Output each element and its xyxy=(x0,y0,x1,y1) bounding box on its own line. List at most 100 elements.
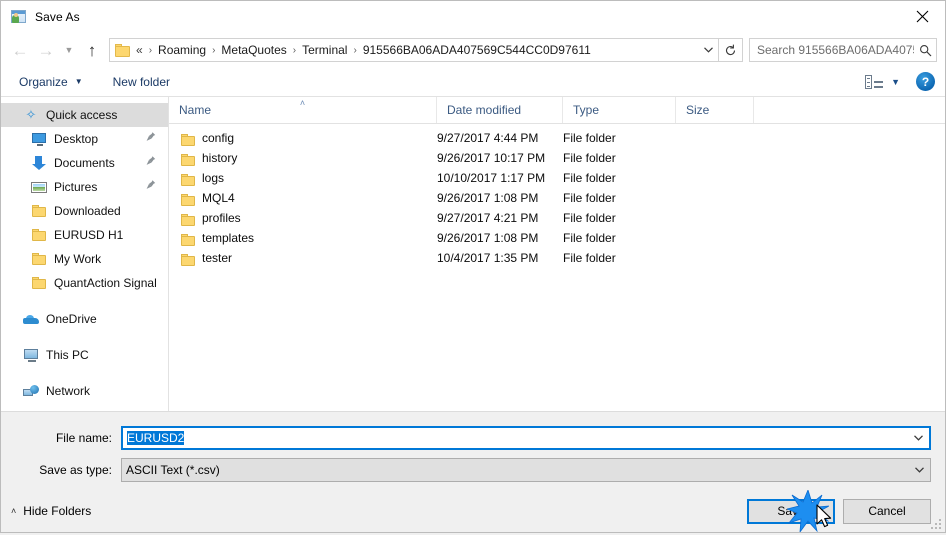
sidebar-item-this-pc[interactable]: This PC xyxy=(1,343,168,367)
cancel-button[interactable]: Cancel xyxy=(843,498,931,524)
close-icon[interactable] xyxy=(899,1,945,32)
column-header-date-modified[interactable]: Date modified xyxy=(437,97,563,123)
file-type: File folder xyxy=(563,191,616,205)
sidebar-item-quick-access[interactable]: ✧ Quick access xyxy=(1,103,168,127)
pin-icon[interactable] xyxy=(146,180,156,195)
file-date: 9/26/2017 1:08 PM xyxy=(437,191,539,205)
column-header-label: Size xyxy=(686,103,710,117)
onedrive-cloud-icon xyxy=(23,311,39,327)
column-header-name[interactable]: Name ˄ xyxy=(169,97,437,123)
up-button[interactable]: ↑ xyxy=(79,37,105,63)
save-button[interactable]: Save xyxy=(747,498,835,524)
chevron-down-icon: ▼ xyxy=(74,77,83,86)
address-dropdown-button[interactable] xyxy=(698,47,718,53)
table-row[interactable]: config 9/27/2017 4:44 PM File folder xyxy=(169,128,945,148)
breadcrumb-item-terminal[interactable]: Terminal xyxy=(299,41,350,59)
documents-download-icon xyxy=(31,155,47,171)
file-type: File folder xyxy=(563,171,616,185)
sidebar-item-label: My Work xyxy=(54,252,102,266)
sidebar-item-network[interactable]: Network xyxy=(1,379,168,403)
file-name-input[interactable]: EURUSD2 xyxy=(121,426,931,450)
sort-ascending-icon: ˄ xyxy=(299,98,306,108)
organize-button[interactable]: Organize ▼ xyxy=(15,73,87,91)
file-name-selected-text: EURUSD2 xyxy=(127,431,185,445)
sidebar-item-label: Quick access xyxy=(46,108,118,122)
file-name-value: EURUSD2 xyxy=(123,431,907,445)
refresh-icon[interactable] xyxy=(719,38,743,62)
breadcrumb-separator: › xyxy=(292,44,297,56)
column-header-row: Name ˄ Date modified Type Size xyxy=(169,97,945,124)
sidebar-item-eurusd-h1[interactable]: EURUSD H1 xyxy=(1,223,168,247)
breadcrumb-item-guid[interactable]: 915566BA06ADA407569C544CC0D97611 xyxy=(360,41,594,59)
address-bar[interactable]: « › Roaming › MetaQuotes › Terminal › 91… xyxy=(109,38,719,62)
save-form: File name: EURUSD2 Save as type: ASCII T… xyxy=(1,411,945,490)
folder-icon xyxy=(181,153,195,167)
chevron-down-icon[interactable] xyxy=(908,467,930,473)
column-header-label: Type xyxy=(573,103,600,117)
folder-icon xyxy=(31,251,47,267)
table-row[interactable]: history 9/26/2017 10:17 PM File folder xyxy=(169,148,945,168)
file-name-cell: profiles xyxy=(169,211,437,227)
sidebar-item-pictures[interactable]: Pictures xyxy=(1,175,168,199)
help-button[interactable]: ? xyxy=(916,72,935,91)
navigation-bar: ← → ▼ ↑ « › Roaming › MetaQuotes › Termi… xyxy=(1,33,945,67)
network-icon xyxy=(23,383,39,399)
chevron-down-icon[interactable]: ▼ xyxy=(891,77,900,87)
breadcrumb-overflow[interactable]: « xyxy=(135,41,146,59)
arrow-up-icon: ↑ xyxy=(87,40,97,60)
breadcrumb-item-metaquotes[interactable]: MetaQuotes xyxy=(218,41,289,59)
sidebar-item-quantaction-signal[interactable]: QuantAction Signal xyxy=(1,271,168,295)
file-type: File folder xyxy=(563,151,616,165)
save-as-type-select[interactable]: ASCII Text (*.csv) xyxy=(121,458,931,482)
back-button[interactable]: ← xyxy=(7,37,33,63)
window-title: Save As xyxy=(35,10,80,24)
dialog-body: ✧ Quick access Desktop Documents Picture… xyxy=(1,97,945,411)
pictures-icon xyxy=(31,179,47,195)
resize-grip-icon[interactable] xyxy=(929,517,941,529)
pin-icon[interactable] xyxy=(146,156,156,171)
sidebar-item-my-work[interactable]: My Work xyxy=(1,247,168,271)
sidebar-item-documents[interactable]: Documents xyxy=(1,151,168,175)
table-row[interactable]: tester 10/4/2017 1:35 PM File folder xyxy=(169,248,945,268)
save-as-type-label: Save as type: xyxy=(39,463,112,477)
breadcrumb-separator: › xyxy=(212,44,216,56)
forward-button[interactable]: → xyxy=(33,37,59,63)
file-name-cell: tester xyxy=(169,251,437,267)
file-date: 10/10/2017 1:17 PM xyxy=(437,171,546,185)
table-row[interactable]: templates 9/26/2017 1:08 PM File folder xyxy=(169,228,945,248)
search-icon xyxy=(914,44,936,57)
folder-icon xyxy=(181,213,195,227)
recent-locations-button[interactable]: ▼ xyxy=(59,37,79,63)
file-name-label: File name: xyxy=(55,431,112,445)
sidebar-item-onedrive[interactable]: OneDrive xyxy=(1,307,168,331)
new-folder-button[interactable]: New folder xyxy=(109,73,174,91)
column-header-size[interactable]: Size xyxy=(676,97,754,123)
new-folder-label: New folder xyxy=(112,74,170,89)
chevron-down-icon[interactable] xyxy=(907,435,929,441)
navigation-sidebar: ✧ Quick access Desktop Documents Picture… xyxy=(1,97,169,411)
hide-folders-button[interactable]: ˄ Hide Folders xyxy=(11,504,91,518)
folder-icon xyxy=(181,253,195,267)
folder-icon xyxy=(31,203,47,219)
table-row[interactable]: profiles 9/27/2017 4:21 PM File folder xyxy=(169,208,945,228)
arrow-left-icon: ← xyxy=(11,40,29,60)
pin-icon[interactable] xyxy=(146,132,156,147)
sidebar-item-downloaded[interactable]: Downloaded xyxy=(1,199,168,223)
hide-folders-label: Hide Folders xyxy=(23,504,92,518)
sidebar-item-label: Pictures xyxy=(54,180,98,194)
file-type: File folder xyxy=(563,231,616,245)
sidebar-item-desktop[interactable]: Desktop xyxy=(1,127,168,151)
table-row[interactable]: MQL4 9/26/2017 1:08 PM File folder xyxy=(169,188,945,208)
table-row[interactable]: logs 10/10/2017 1:17 PM File folder xyxy=(169,168,945,188)
file-date: 9/27/2017 4:44 PM xyxy=(437,131,539,145)
folder-icon xyxy=(181,133,195,147)
column-header-type[interactable]: Type xyxy=(563,97,676,123)
breadcrumb-item-roaming[interactable]: Roaming xyxy=(155,41,209,59)
folder-icon xyxy=(31,275,47,291)
search-input[interactable]: Search 915566BA06ADA40756... xyxy=(749,38,937,62)
arrow-right-icon: → xyxy=(37,40,55,60)
view-layout-icon[interactable] xyxy=(865,74,884,89)
folder-icon xyxy=(181,173,195,187)
sidebar-item-label: QuantAction Signal xyxy=(54,276,157,290)
